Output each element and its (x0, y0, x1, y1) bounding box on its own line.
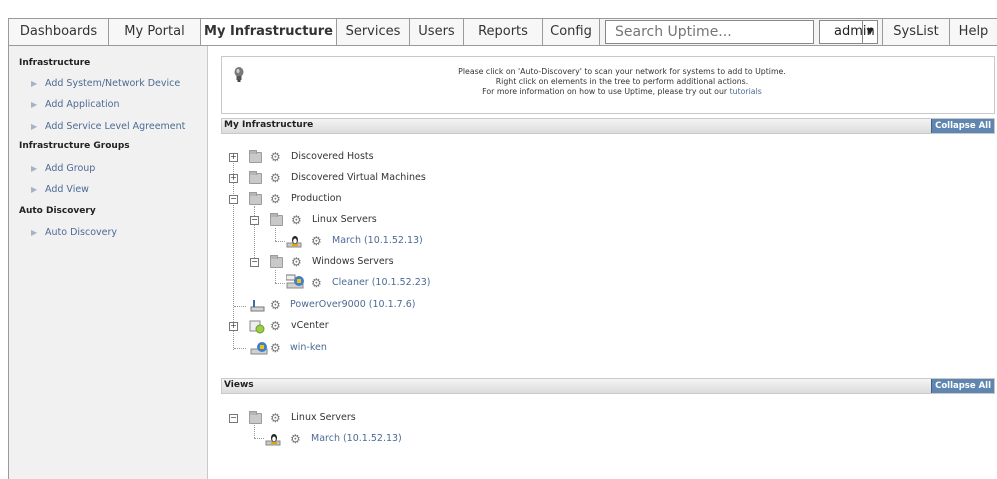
tree-line (254, 438, 264, 439)
top-nav: Dashboards My Portal My Infrastructure S… (9, 19, 997, 46)
views-section-header: Views Collapse All (221, 378, 995, 394)
gear-icon[interactable]: ⚙ (270, 193, 281, 205)
expand-icon[interactable]: + (229, 322, 238, 331)
folder-icon (249, 411, 262, 424)
sidebar-item-add-group[interactable]: ▶ Add Group (31, 163, 95, 174)
sidebar-heading-infrastructure: Infrastructure (19, 58, 91, 68)
gear-icon[interactable]: ⚙ (291, 256, 302, 268)
sidebar-heading-groups: Infrastructure Groups (19, 141, 130, 151)
tree-line (275, 270, 276, 283)
node-label[interactable]: win-ken (290, 342, 327, 354)
tab-my-infrastructure[interactable]: My Infrastructure (201, 19, 337, 45)
folder-icon (249, 192, 262, 205)
node-label[interactable]: PowerOver9000 (10.1.7.6) (290, 299, 415, 311)
folder-icon (270, 213, 283, 226)
tab-services[interactable]: Services (337, 19, 410, 45)
gear-icon[interactable]: ⚙ (270, 412, 281, 424)
tutorials-link[interactable]: tutorials (730, 87, 762, 96)
folder-icon (249, 150, 262, 163)
search-input[interactable] (605, 20, 814, 44)
info-line-3: For more information on how to use Uptim… (482, 87, 762, 96)
collapse-icon[interactable]: − (250, 258, 259, 267)
section-title: My Infrastructure (224, 120, 314, 130)
vcenter-icon (249, 320, 265, 334)
sidebar-item-add-sla[interactable]: ▶ Add Service Level Agreement (31, 121, 185, 132)
node-label[interactable]: Discovered Virtual Machines (291, 172, 426, 184)
chevron-down-icon[interactable]: ▼ (862, 21, 877, 43)
linux-server-icon (286, 235, 302, 248)
tree-line (254, 425, 255, 438)
arrow-right-icon: ▶ (31, 228, 38, 237)
node-label[interactable]: vCenter (291, 320, 329, 332)
info-text: Please click on 'Auto-Discovery' to scan… (222, 67, 982, 97)
sidebar: Infrastructure ▶ Add System/Network Devic… (9, 46, 208, 479)
sidebar-item-add-view[interactable]: ▶ Add View (31, 184, 89, 195)
node-label[interactable]: Cleaner (10.1.52.23) (332, 277, 431, 289)
gear-icon[interactable]: ⚙ (291, 214, 302, 226)
tree-line (275, 241, 285, 242)
node-label[interactable]: March (10.1.52.13) (311, 433, 402, 445)
arrow-right-icon: ▶ (31, 164, 38, 173)
node-label[interactable]: Production (291, 193, 342, 205)
tab-reports[interactable]: Reports (464, 19, 543, 45)
node-label[interactable]: Linux Servers (291, 412, 356, 424)
node-label[interactable]: Linux Servers (312, 214, 377, 226)
gear-icon[interactable]: ⚙ (270, 320, 281, 332)
gear-icon[interactable]: ⚙ (311, 277, 322, 289)
sidebar-item-add-system[interactable]: ▶ Add System/Network Device (31, 78, 180, 89)
arrow-right-icon: ▶ (31, 79, 38, 88)
gear-icon[interactable]: ⚙ (270, 299, 281, 311)
gear-icon[interactable]: ⚙ (270, 342, 281, 354)
collapse-all-button[interactable]: Collapse All (931, 379, 994, 393)
arrow-right-icon: ▶ (31, 100, 38, 109)
windows-server-icon (250, 340, 268, 355)
tab-dashboards[interactable]: Dashboards (9, 19, 109, 45)
info-line-1: Please click on 'Auto-Discovery' to scan… (458, 67, 786, 76)
node-label[interactable]: March (10.1.52.13) (332, 235, 423, 247)
collapse-icon[interactable]: − (229, 414, 238, 423)
gear-icon[interactable]: ⚙ (290, 433, 301, 445)
gear-icon[interactable]: ⚙ (270, 151, 281, 163)
user-dropdown[interactable]: admin ▼ (819, 20, 878, 44)
tab-config[interactable]: Config (543, 19, 600, 45)
gear-icon[interactable]: ⚙ (311, 235, 322, 247)
node-label[interactable]: Windows Servers (312, 256, 394, 268)
sidebar-heading-auto-discovery: Auto Discovery (19, 206, 96, 216)
help-link[interactable]: Help (950, 19, 997, 45)
collapse-all-button[interactable]: Collapse All (931, 119, 994, 133)
tab-users[interactable]: Users (410, 19, 464, 45)
collapse-icon[interactable]: − (250, 216, 259, 225)
node-label[interactable]: Discovered Hosts (291, 151, 374, 163)
collapse-icon[interactable]: − (229, 195, 238, 204)
folder-icon (270, 255, 283, 268)
expand-icon[interactable]: + (229, 153, 238, 162)
arrow-right-icon: ▶ (31, 122, 38, 131)
syslist-link[interactable]: SysList (882, 19, 950, 45)
arrow-right-icon: ▶ (31, 185, 38, 194)
network-device-icon (250, 299, 266, 312)
gear-icon[interactable]: ⚙ (270, 172, 281, 184)
infrastructure-section-header: My Infrastructure Collapse All (221, 118, 995, 134)
tree-line (234, 348, 246, 349)
sidebar-item-add-application[interactable]: ▶ Add Application (31, 99, 120, 110)
info-box: Please click on 'Auto-Discovery' to scan… (221, 56, 995, 114)
tree-line (234, 306, 246, 307)
sidebar-item-auto-discovery[interactable]: ▶ Auto Discovery (31, 227, 117, 238)
tab-my-portal[interactable]: My Portal (109, 19, 201, 45)
tree-line (275, 228, 276, 241)
linux-server-icon (265, 433, 281, 446)
expand-icon[interactable]: + (229, 174, 238, 183)
section-title: Views (224, 380, 254, 390)
info-line-2: Right click on elements in the tree to p… (495, 77, 749, 86)
folder-icon (249, 171, 262, 184)
tree-line (275, 283, 285, 284)
windows-server-icon (285, 274, 304, 289)
